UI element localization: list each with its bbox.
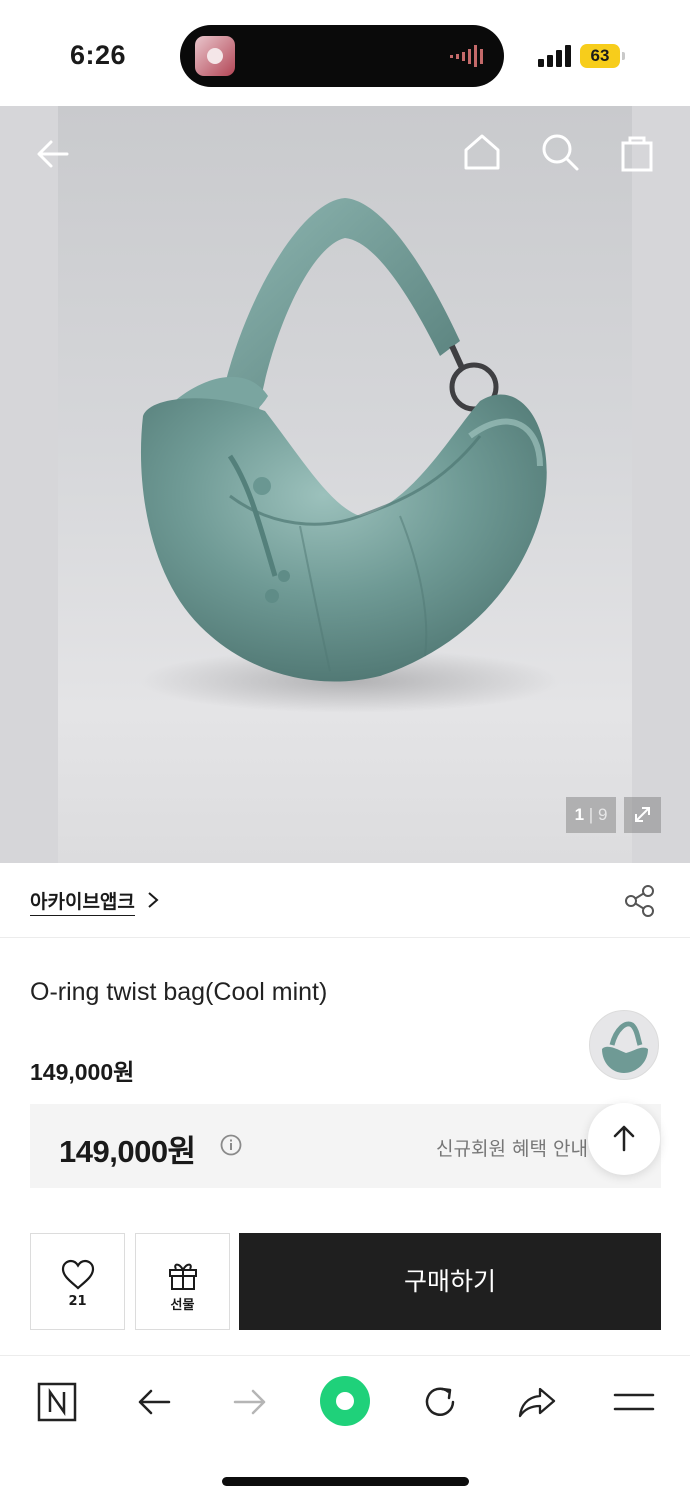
product-price: 149,000원 <box>30 1059 135 1085</box>
battery-indicator: 63 <box>580 44 625 68</box>
back-arrow-icon[interactable] <box>31 132 75 176</box>
wishlist-button[interactable]: 21 <box>30 1233 125 1330</box>
now-playing-artwork <box>195 36 235 76</box>
chevron-right-icon[interactable] <box>145 889 161 911</box>
image-counter-current: 1 <box>574 805 585 824</box>
naver-n-icon[interactable] <box>35 1380 79 1424</box>
image-counter-total: 9 <box>597 805 608 824</box>
home-icon[interactable] <box>460 130 504 174</box>
buy-button[interactable]: 구매하기 <box>239 1233 661 1330</box>
product-thumbnail[interactable] <box>589 1010 659 1080</box>
heart-icon <box>61 1259 95 1290</box>
refresh-icon[interactable] <box>418 1380 462 1424</box>
product-photo <box>140 198 560 713</box>
price-benefit-box: 149,000원 신규회원 혜택 안내 <box>30 1104 661 1188</box>
share-icon[interactable] <box>622 883 658 919</box>
status-time: 6:26 <box>70 40 127 70</box>
green-dot-icon[interactable] <box>318 1374 372 1428</box>
image-counter: 1 | 9 <box>566 797 616 833</box>
gift-label: 선물 <box>170 1298 195 1313</box>
wishlist-count: 21 <box>68 1294 87 1309</box>
back-arrow-icon[interactable] <box>132 1380 176 1424</box>
audio-wave-icon <box>450 45 483 67</box>
info-icon[interactable] <box>220 1134 242 1156</box>
menu-icon[interactable] <box>612 1380 656 1424</box>
expand-icon[interactable] <box>624 797 661 833</box>
gift-button[interactable]: 선물 <box>135 1233 230 1330</box>
search-icon[interactable] <box>538 130 582 174</box>
gift-icon <box>169 1263 197 1290</box>
store-row: 아카이브앱크 <box>0 863 690 938</box>
image-counter-separator: | <box>588 805 594 824</box>
shopping-bag-icon[interactable] <box>615 130 659 174</box>
product-thumbnail-image <box>602 1021 648 1073</box>
product-title: O-ring twist bag(Cool mint) <box>30 978 328 1006</box>
status-bar: 6:26 63 <box>0 0 690 106</box>
final-price: 149,000원 <box>59 1134 196 1169</box>
new-member-benefit-link[interactable]: 신규회원 혜택 안내 <box>436 1134 588 1161</box>
cellular-signal-icon <box>538 45 571 67</box>
forward-arrow-icon[interactable] <box>228 1380 272 1424</box>
store-name-link[interactable]: 아카이브앱크 <box>30 887 135 916</box>
product-image-gallery[interactable]: 1 | 9 <box>0 106 690 863</box>
dynamic-island[interactable] <box>180 25 504 87</box>
arrow-up-icon <box>613 1125 635 1152</box>
share-arrow-icon[interactable] <box>515 1380 559 1424</box>
home-indicator[interactable] <box>222 1477 469 1486</box>
scroll-to-top-button[interactable] <box>588 1103 660 1175</box>
